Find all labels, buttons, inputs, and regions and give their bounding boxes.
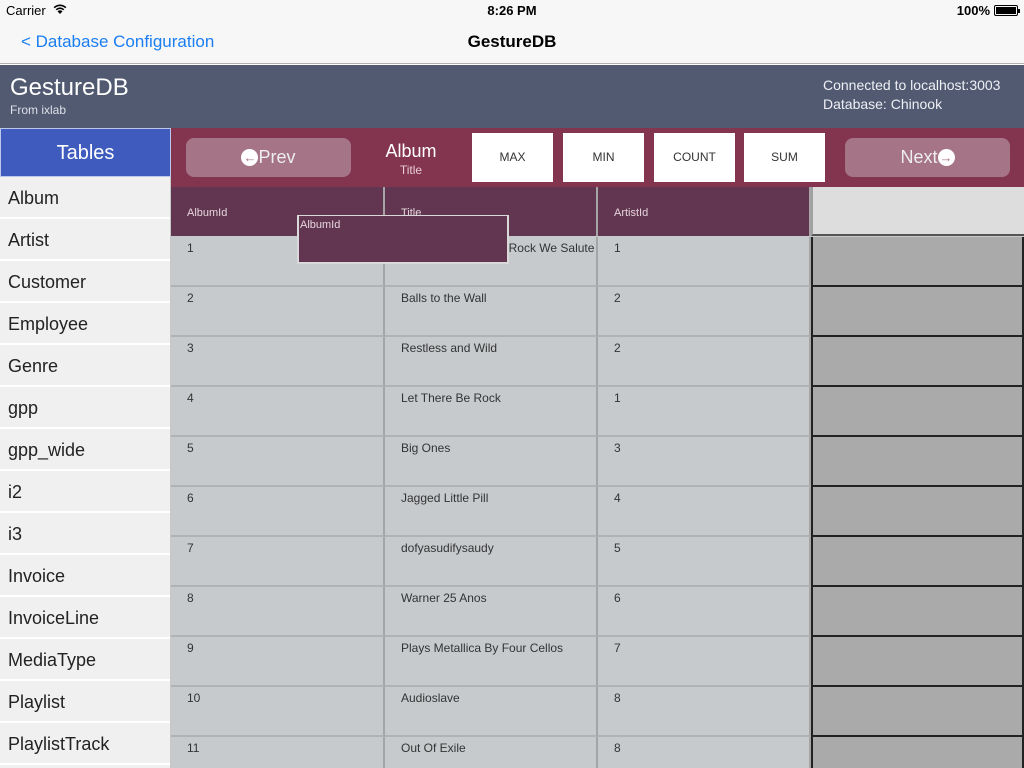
empty-cell — [811, 737, 1024, 768]
data-grid: AlbumId Title ArtistId 1For Those About … — [171, 187, 1024, 768]
sidebar-item-i2[interactable]: i2 — [0, 471, 170, 513]
sidebar-item-album[interactable]: Album — [0, 177, 170, 219]
table-cell[interactable]: dofyasudifysaudy — [385, 537, 598, 587]
next-label: Next — [900, 147, 938, 167]
count-button[interactable]: COUNT — [654, 133, 735, 182]
sidebar-item-gpp[interactable]: gpp — [0, 387, 170, 429]
table-cell[interactable]: 1 — [598, 237, 811, 287]
sidebar-item-invoiceline[interactable]: InvoiceLine — [0, 597, 170, 639]
table-cell[interactable]: 11 — [171, 737, 385, 768]
table-cell[interactable]: 2 — [598, 287, 811, 337]
navigation-bar: < Database Configuration GestureDB — [0, 20, 1024, 64]
empty-cell — [811, 637, 1024, 687]
connection-status: Connected to localhost:3003 — [823, 77, 1001, 93]
empty-cell — [811, 537, 1024, 587]
database-name: Database: Chinook — [823, 96, 943, 112]
empty-cell — [811, 237, 1024, 287]
sidebar-heading: Tables — [0, 128, 171, 177]
connection-info: Connected to localhost:3003 Database: Ch… — [823, 76, 1000, 114]
empty-column-header — [811, 187, 1024, 236]
table-cell[interactable]: 3 — [598, 437, 811, 487]
table-cell[interactable]: 7 — [171, 537, 385, 587]
back-button[interactable]: < Database Configuration — [21, 32, 214, 52]
table-cell[interactable]: 10 — [171, 687, 385, 737]
table-cell[interactable]: Restless and Wild — [385, 337, 598, 387]
next-button[interactable]: Next → — [845, 138, 1010, 177]
table-cell[interactable]: Warner 25 Anos — [385, 587, 598, 637]
table-cell[interactable]: 6 — [598, 587, 811, 637]
table-toolbar: ← Prev Album Title MAX MIN COUNT SUM Nex… — [171, 128, 1024, 187]
table-cell[interactable]: 8 — [598, 687, 811, 737]
sidebar-item-genre[interactable]: Genre — [0, 345, 170, 387]
table-cell[interactable]: Jagged Little Pill — [385, 487, 598, 537]
table-cell[interactable]: Balls to the Wall — [385, 287, 598, 337]
table-cell[interactable]: Out Of Exile — [385, 737, 598, 768]
table-cell[interactable]: 8 — [598, 737, 811, 768]
battery-icon — [994, 5, 1020, 16]
clock-label: 8:26 PM — [487, 3, 537, 18]
table-cell[interactable]: Let There Be Rock — [385, 387, 598, 437]
min-button[interactable]: MIN — [563, 133, 644, 182]
empty-cell — [811, 287, 1024, 337]
sidebar-item-invoice[interactable]: Invoice — [0, 555, 170, 597]
table-cell[interactable]: 1 — [598, 387, 811, 437]
app-title: GestureDB — [10, 74, 129, 101]
table-cell[interactable]: 5 — [598, 537, 811, 587]
empty-cell — [811, 587, 1024, 637]
battery-percent: 100% — [956, 3, 990, 18]
column-header-artistid[interactable]: ArtistId — [598, 187, 811, 236]
table-cell[interactable]: 5 — [171, 437, 385, 487]
app-header: GestureDB From ixlab Connected to localh… — [0, 65, 1024, 128]
prev-button[interactable]: ← Prev — [186, 138, 351, 177]
empty-cell — [811, 337, 1024, 387]
prev-label: Prev — [258, 147, 296, 167]
table-cell[interactable]: 2 — [171, 287, 385, 337]
empty-cell — [811, 487, 1024, 537]
sidebar-item-mediatype[interactable]: MediaType — [0, 639, 170, 681]
table-cell[interactable]: 3 — [171, 337, 385, 387]
sidebar-item-artist[interactable]: Artist — [0, 219, 170, 261]
table-cell[interactable]: 8 — [171, 587, 385, 637]
current-table-name: Album — [385, 141, 437, 161]
dragging-column-header[interactable]: AlbumId — [297, 215, 509, 264]
table-cell[interactable]: 4 — [171, 387, 385, 437]
arrow-right-circle-icon: → — [937, 149, 955, 166]
sum-button[interactable]: SUM — [744, 133, 825, 182]
sidebar-item-gpp_wide[interactable]: gpp_wide — [0, 429, 170, 471]
table-cell[interactable]: Audioslave — [385, 687, 598, 737]
arrow-left-circle-icon: ← — [241, 149, 259, 166]
table-cell[interactable]: 9 — [171, 637, 385, 687]
table-cell[interactable]: 6 — [171, 487, 385, 537]
sidebar-item-playlist[interactable]: Playlist — [0, 681, 170, 723]
sidebar-item-employee[interactable]: Employee — [0, 303, 170, 345]
empty-cell — [811, 437, 1024, 487]
empty-cell — [811, 387, 1024, 437]
status-bar: Carrier 8:26 PM 100% — [0, 0, 1024, 20]
table-cell[interactable]: Plays Metallica By Four Cellos — [385, 637, 598, 687]
app-subtitle: From ixlab — [10, 103, 67, 117]
empty-cell — [811, 687, 1024, 737]
table-cell[interactable]: Big Ones — [385, 437, 598, 487]
table-cell[interactable]: 7 — [598, 637, 811, 687]
sidebar-item-playlisttrack[interactable]: PlaylistTrack — [0, 723, 170, 765]
table-cell[interactable]: 2 — [598, 337, 811, 387]
current-column-name: Title — [399, 163, 423, 177]
max-button[interactable]: MAX — [472, 133, 553, 182]
sidebar-item-customer[interactable]: Customer — [0, 261, 170, 303]
table-list: Album Artist Customer Employee Genre gpp gpp_w… — [0, 177, 170, 765]
tables-sidebar: Tables Album Artist Customer Employee Genre g… — [0, 128, 171, 768]
table-cell[interactable]: 4 — [598, 487, 811, 537]
sidebar-item-i3[interactable]: i3 — [0, 513, 170, 555]
